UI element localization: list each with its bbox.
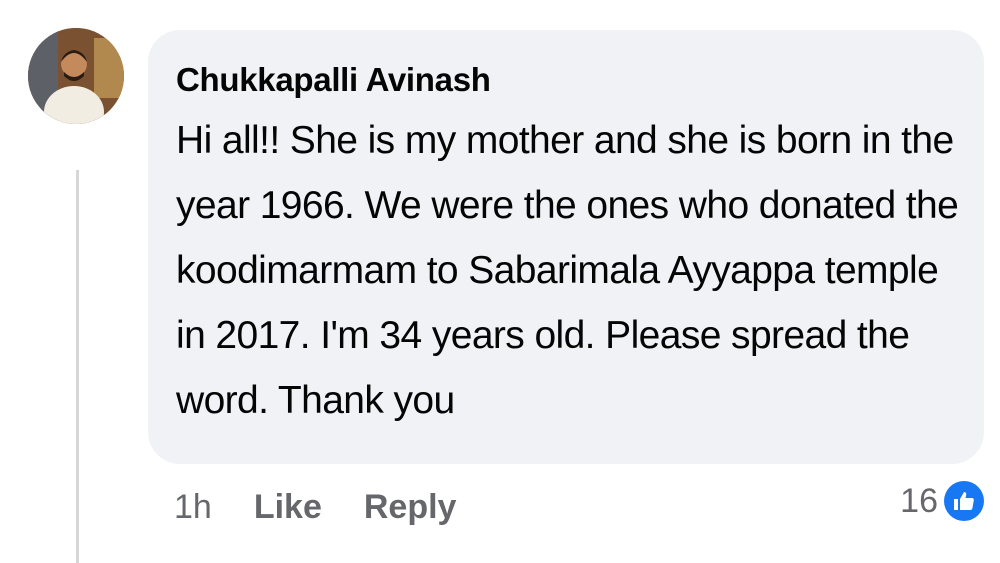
like-thumb-icon [944,481,984,521]
comment-text: Hi all!! She is my mother and she is bor… [176,119,959,422]
comment: Chukkapalli Avinash Hi all!! She is my m… [0,0,1000,563]
avatar-photo-icon [28,28,124,124]
avatar[interactable] [28,28,124,124]
comment-actions: 1h Like Reply [174,488,456,527]
like-button[interactable]: Like [254,488,322,527]
reply-button[interactable]: Reply [364,488,457,527]
reaction-count: 16 [900,481,938,520]
comment-author[interactable]: Chukkapalli Avinash [176,60,956,100]
comment-timestamp[interactable]: 1h [174,488,212,527]
comment-bubble: Chukkapalli Avinash Hi all!! She is my m… [148,30,984,464]
thread-line [76,170,79,563]
reaction-summary[interactable]: 16 [900,481,984,521]
